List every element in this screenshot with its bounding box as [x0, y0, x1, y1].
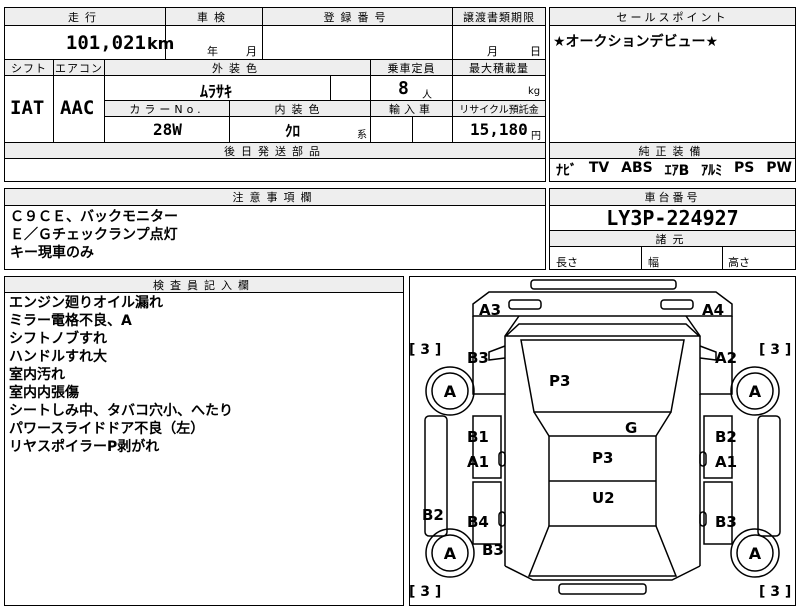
dimension-length: 長さ — [556, 256, 578, 269]
dimension-height: 高さ — [728, 256, 750, 269]
tread-rear-right: [ 3 ] — [759, 584, 791, 600]
sales-point-header: セールスポイント — [550, 8, 795, 25]
inspector-line: 室内汚れ — [9, 367, 65, 383]
recycle-fee-header: リサイクル預託金 — [453, 101, 545, 116]
tire-rear-right-mark: A — [749, 544, 762, 563]
equipment-item: ABS — [621, 160, 653, 176]
damage-mark: A3 — [479, 301, 501, 319]
interior-color-header: 内装色 — [230, 101, 370, 116]
color-no-value: 28W — [153, 120, 182, 139]
chassis-value: LY3P-224927 — [606, 206, 739, 230]
tire-rear-left-mark: A — [444, 544, 457, 563]
inspector-line: エンジン廻りオイル漏れ — [9, 295, 163, 311]
notes-lines: Ｃ９ＣＥ、バックモニター Ｅ／Ｇチェックランプ点灯 キー現車のみ — [10, 208, 178, 262]
damage-mark: P3 — [549, 372, 570, 390]
mileage-value: 101,021 — [65, 32, 146, 54]
inspector-line: ミラー電格不良、A — [9, 313, 132, 329]
inspection-month: 月 — [246, 45, 257, 58]
shift-value: IAT — [10, 97, 45, 119]
transfer-day: 日 — [530, 45, 541, 58]
damage-mark: P3 — [592, 449, 613, 467]
mileage-unit: km — [147, 34, 175, 53]
max-load-header: 最大積載量 — [453, 60, 545, 75]
inspection-header: 車検 — [166, 8, 262, 25]
mileage-header: 走行 — [5, 8, 165, 25]
exterior-color-value: ﾑﾗｻｷ — [200, 82, 233, 101]
note-line: キー現車のみ — [10, 245, 94, 261]
recycle-fee-value: 15,180 — [470, 120, 528, 139]
capacity-unit: 人 — [422, 90, 432, 101]
shift-header: シフト — [5, 60, 53, 75]
inspector-line: パワースライドドア不良（左） — [9, 421, 205, 437]
inspection-year: 年 — [207, 45, 218, 58]
inspector-line: シフトノブすれ — [9, 331, 107, 347]
capacity-value: 8 — [398, 78, 409, 99]
tire-front-right-mark: A — [749, 382, 762, 401]
tread-front-right: [ 3 ] — [759, 342, 791, 358]
note-line: Ｃ９ＣＥ、バックモニター — [10, 209, 178, 225]
damage-mark: B2 — [422, 506, 444, 524]
damage-mark: A1 — [467, 453, 489, 471]
capacity-header: 乗車定員 — [371, 60, 452, 75]
equipment-item: PS — [734, 160, 755, 176]
tread-rear-left: [ 3 ] — [409, 584, 441, 600]
tread-front-left: [ 3 ] — [409, 342, 441, 358]
chassis-header: 車台番号 — [550, 189, 795, 205]
inspector-header: 検査員記入欄 — [5, 277, 403, 292]
dimension-width: 幅 — [648, 256, 659, 269]
inspector-line: ハンドルすれ大 — [9, 349, 107, 365]
equipment-item: ﾅﾋﾞ — [556, 163, 577, 179]
car-diagram: A A A A [ 3 ] [ 3 ] [ 3 ] [ 3 ] A3 A4 B3… — [409, 279, 791, 600]
damage-mark: A4 — [702, 301, 724, 319]
parts-later-header: 後日発送部品 — [5, 143, 545, 158]
damage-mark: B4 — [467, 513, 489, 531]
damage-mark: B3 — [715, 513, 737, 531]
import-car-header: 輸入車 — [371, 101, 452, 116]
damage-mark: U2 — [592, 489, 615, 507]
inspector-line: 室内内張傷 — [9, 385, 79, 401]
interior-color-suffix: 系 — [357, 130, 367, 141]
transfer-deadline-header: 譲渡書類期限 — [453, 8, 545, 25]
inspector-line: シートしみ中、タバコ穴小、へたり — [9, 403, 233, 419]
tire-front-left-mark: A — [444, 382, 457, 401]
damage-mark: B2 — [715, 428, 737, 446]
note-line: Ｅ／Ｇチェックランプ点灯 — [10, 227, 178, 243]
max-load-unit: kg — [528, 86, 541, 97]
equipment-header: 純正装備 — [550, 143, 795, 158]
equipment-item: PW — [766, 160, 792, 176]
notes-header: 注意事項欄 — [5, 189, 545, 205]
aircon-header: エアコン — [54, 60, 104, 75]
transfer-month: 月 — [487, 45, 498, 58]
color-no-header: カラーNo. — [105, 101, 229, 116]
damage-mark: B3 — [482, 541, 504, 559]
recycle-fee-unit: 円 — [531, 131, 541, 142]
interior-color-value: ｸﾛ — [285, 122, 301, 140]
damage-mark: A2 — [715, 349, 737, 367]
inspector-lines: エンジン廻りオイル漏れ ミラー電格不良、A シフトノブすれ ハンドルすれ大 室内… — [9, 294, 233, 456]
damage-mark: B1 — [467, 428, 489, 446]
inspector-line: リヤスポイラーP剥がれ — [9, 439, 160, 455]
damage-mark: G — [625, 419, 637, 437]
sales-point-text: ★オークションデビュー★ — [553, 34, 719, 50]
equipment-item: ｱﾙﾐ — [701, 163, 723, 179]
exterior-color-header: 外装色 — [105, 60, 370, 75]
aircon-value: AAC — [60, 97, 95, 119]
equipment-list: ﾅﾋﾞ TV ABS ｴｱB ｱﾙﾐ PS PW — [556, 160, 792, 180]
equipment-item: TV — [588, 160, 610, 176]
damage-mark: B3 — [467, 349, 489, 367]
registration-header: 登録番号 — [263, 8, 452, 25]
dimensions-header: 諸元 — [550, 231, 795, 246]
damage-mark: A1 — [715, 453, 737, 471]
equipment-item: ｴｱB — [664, 163, 690, 179]
